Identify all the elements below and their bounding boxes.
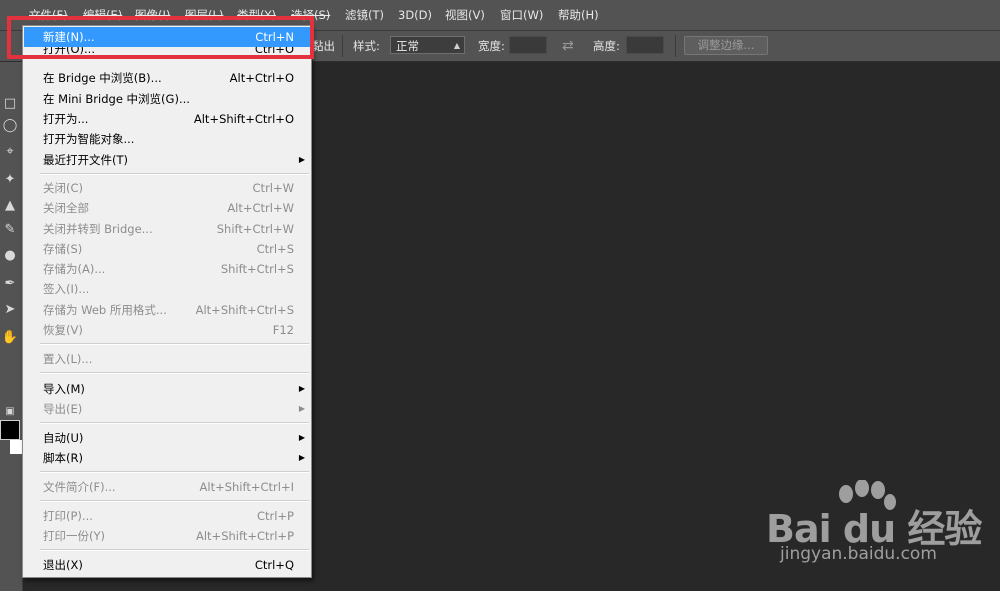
style-label: 样式: xyxy=(353,39,380,53)
baidu-jingyan-watermark: Bai du 经验 jingyan.baidu.com xyxy=(760,480,990,580)
quickmask-icon[interactable]: ▣ xyxy=(0,402,20,422)
eyedropper-tool-icon[interactable]: ✦ xyxy=(0,170,20,190)
height-field[interactable] xyxy=(626,36,664,54)
chevron-updown-icon: ▲ xyxy=(453,41,460,50)
menu-separator xyxy=(40,500,309,502)
menu-item-browse-mini-bridge[interactable]: 在 Mini Bridge 中浏览(G)... xyxy=(24,89,310,109)
menu-separator xyxy=(40,173,309,175)
hand-tool-icon[interactable]: ✋ xyxy=(0,328,20,348)
stamp-tool-icon[interactable]: ▲ xyxy=(0,196,20,216)
menu-item-save-for-web[interactable]: 存储为 Web 所用格式... Alt+Shift+Ctrl+S xyxy=(24,300,310,320)
menu-separator xyxy=(40,343,309,345)
swap-icon[interactable]: ⇄ xyxy=(562,31,574,61)
file-menu-dropdown: 新建(N)... Ctrl+N 打开(O)... Ctrl+O 在 Bridge… xyxy=(22,25,312,578)
path-select-tool-icon[interactable]: ➤ xyxy=(0,300,20,320)
menu-separator xyxy=(40,422,309,424)
refine-edge-button[interactable]: 调整边缘... xyxy=(684,36,768,55)
style-select[interactable]: 正常 ▲ xyxy=(390,36,465,54)
menu-item-close[interactable]: 关闭(C) Ctrl+W xyxy=(24,178,310,198)
menu-window[interactable]: 窗口(W) xyxy=(500,0,543,30)
options-divider xyxy=(342,35,343,57)
menu-separator xyxy=(40,372,309,374)
menu-item-open-smart-object[interactable]: 打开为智能对象... xyxy=(24,129,310,149)
menu-separator xyxy=(40,471,309,473)
submenu-arrow-icon: ▶ xyxy=(298,384,305,393)
menu-item-import[interactable]: 导入(M) ▶ xyxy=(24,379,310,399)
menu-item-recent-files[interactable]: 最近打开文件(T) ▶ xyxy=(24,150,310,170)
menu-item-save-as[interactable]: 存储为(A)... Shift+Ctrl+S xyxy=(24,259,310,279)
watermark-url: jingyan.baidu.com xyxy=(780,544,937,564)
annotation-highlight-box xyxy=(7,16,314,59)
menu-item-check-in[interactable]: 签入(I)... xyxy=(24,279,310,299)
menu-item-print[interactable]: 打印(P)... Ctrl+P xyxy=(24,506,310,526)
menu-item-exit[interactable]: 退出(X) Ctrl+Q xyxy=(24,555,310,575)
menu-help[interactable]: 帮助(H) xyxy=(558,0,599,30)
menu-filter[interactable]: 滤镜(T) xyxy=(345,0,384,30)
menu-item-export[interactable]: 导出(E) ▶ xyxy=(24,399,310,419)
width-field[interactable] xyxy=(509,36,547,54)
marquee-tool-icon[interactable]: □ xyxy=(0,94,20,114)
width-label: 宽度: xyxy=(478,39,505,53)
menu-item-print-one-copy[interactable]: 打印一份(Y) Alt+Shift+Ctrl+P xyxy=(24,526,310,546)
menu-separator xyxy=(40,549,309,551)
menu-item-scripts[interactable]: 脚本(R) ▶ xyxy=(24,448,310,468)
brush-tool-icon[interactable]: ✎ xyxy=(0,220,20,240)
tools-panel: □ ◯ ⌖ ✦ ▲ ✎ ● ✒ ➤ ✋ ▣ xyxy=(0,62,23,591)
menu-item-place[interactable]: 置入(L)... xyxy=(24,349,310,369)
foreground-color-swatch[interactable] xyxy=(0,420,20,440)
options-partial-label: 黏出 xyxy=(312,39,335,53)
menu-item-close-all[interactable]: 关闭全部 Alt+Ctrl+W xyxy=(24,198,310,218)
menu-item-automate[interactable]: 自动(U) ▶ xyxy=(24,428,310,448)
menu-3d[interactable]: 3D(D) xyxy=(398,0,432,30)
options-divider xyxy=(675,35,676,57)
menu-item-browse-bridge[interactable]: 在 Bridge 中浏览(B)... Alt+Ctrl+O xyxy=(24,68,310,88)
style-select-value: 正常 xyxy=(396,39,419,53)
height-label: 高度: xyxy=(593,39,620,53)
lasso-tool-icon[interactable]: ◯ xyxy=(0,116,20,136)
menu-item-revert[interactable]: 恢复(V) F12 xyxy=(24,320,310,340)
submenu-arrow-icon: ▶ xyxy=(298,155,305,164)
pen-tool-icon[interactable]: ✒ xyxy=(0,274,20,294)
menu-item-save[interactable]: 存储(S) Ctrl+S xyxy=(24,239,310,259)
submenu-arrow-icon: ▶ xyxy=(298,404,305,413)
menu-item-open-as[interactable]: 打开为... Alt+Shift+Ctrl+O xyxy=(24,109,310,129)
background-color-swatch[interactable] xyxy=(10,440,22,454)
menu-item-close-go-bridge[interactable]: 关闭并转到 Bridge... Shift+Ctrl+W xyxy=(24,219,310,239)
dodge-tool-icon[interactable]: ● xyxy=(0,246,20,266)
menu-item-file-info[interactable]: 文件简介(F)... Alt+Shift+Ctrl+I xyxy=(24,477,310,497)
crop-tool-icon[interactable]: ⌖ xyxy=(0,142,20,162)
menu-view[interactable]: 视图(V) xyxy=(445,0,485,30)
submenu-arrow-icon: ▶ xyxy=(298,433,305,442)
submenu-arrow-icon: ▶ xyxy=(298,453,305,462)
